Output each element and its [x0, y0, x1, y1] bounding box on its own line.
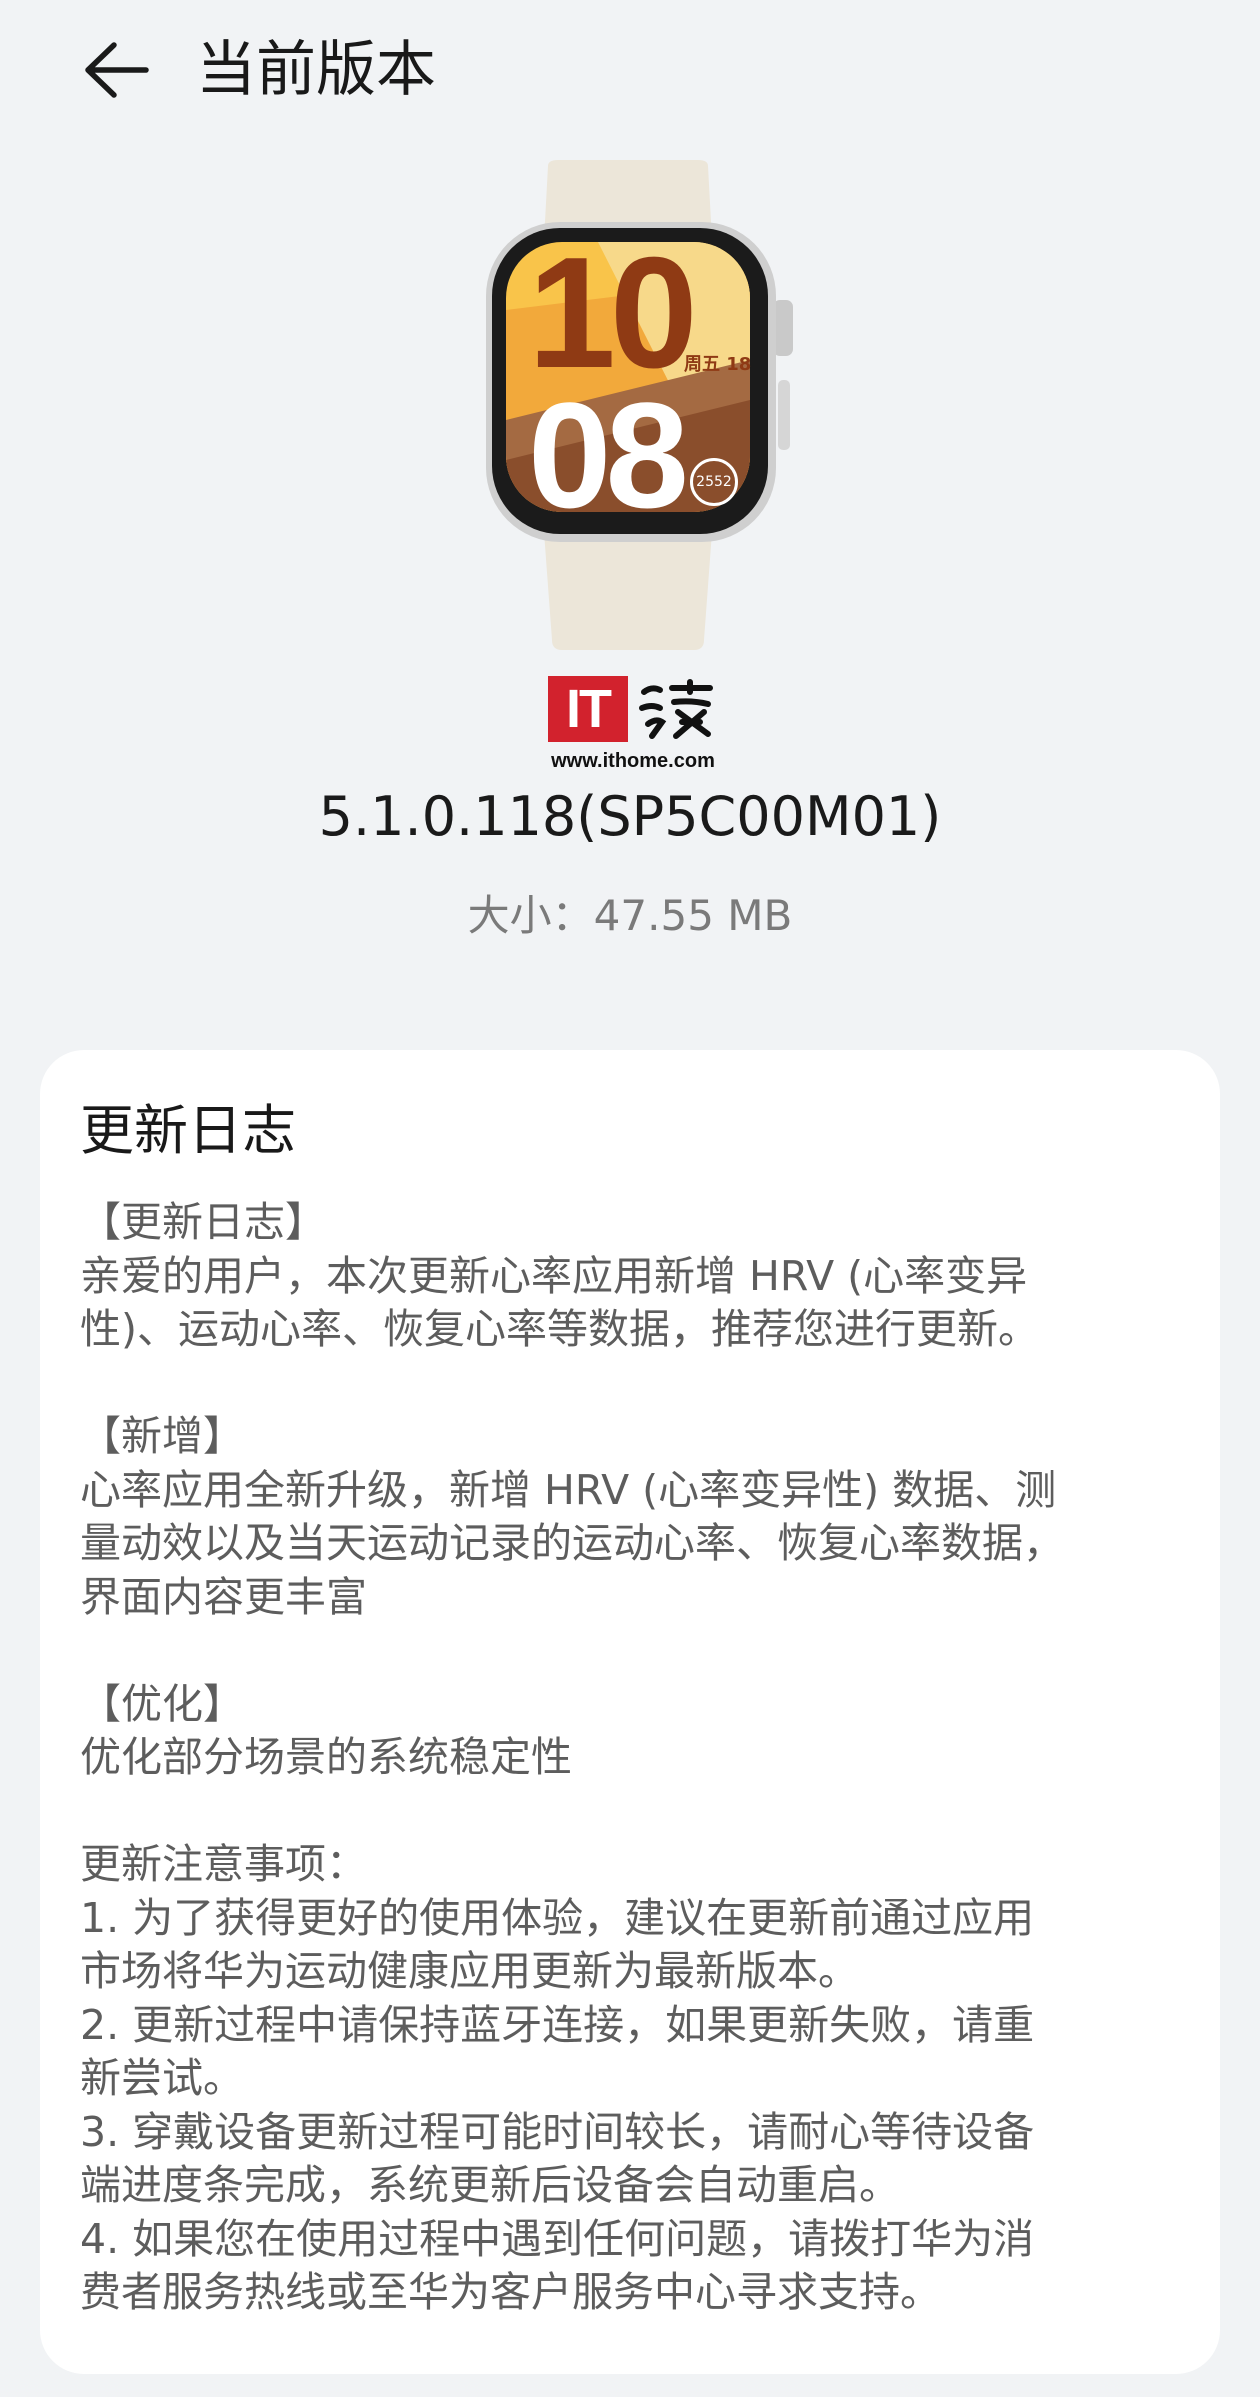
- changelog-line: 1. 为了获得更好的使用体验，建议在更新前通过应用: [80, 1893, 1035, 1942]
- logo-mark: IT: [548, 676, 628, 742]
- changelog-line: 【新增】: [80, 1412, 244, 1460]
- changelog-line: 端进度条完成，系统更新后设备会自动重启。: [80, 2161, 900, 2209]
- logo-house-icon: [639, 679, 713, 739]
- changelog-line: 量动效以及当天运动记录的运动心率、恢复心率数据，: [80, 1519, 1064, 1567]
- changelog-line: 亲爱的用户，本次更新心率应用新增 HRV (心率变异: [80, 1251, 1028, 1300]
- changelog-title: 更新日志: [80, 1099, 296, 1162]
- changelog-line: [80, 1785, 1190, 1839]
- changelog-line: 市场将华为运动健康应用更新为最新版本。: [80, 1947, 859, 1995]
- changelog-line: 性)、运动心率、恢复心率等数据，推荐您进行更新。: [80, 1305, 1039, 1353]
- version-number: 5.1.0.118(SP5C00M01): [318, 785, 942, 848]
- changelog-line: [80, 1624, 1190, 1678]
- changelog-body: 【更新日志】 亲爱的用户，本次更新心率应用新增 HRV (心率变异 性)、运动心…: [80, 1196, 1190, 2320]
- changelog-line: 3. 穿戴设备更新过程可能时间较长，请耐心等待设备: [80, 2107, 1035, 2156]
- arrow-left-icon: [85, 42, 149, 98]
- logo-url: www.ithome.com: [551, 750, 715, 772]
- changelog-line: 【更新日志】: [80, 1198, 326, 1246]
- package-size: 大小：47.55 MB: [467, 891, 793, 940]
- watch-steps: 2552: [690, 458, 738, 506]
- changelog-line: 界面内容更丰富: [80, 1572, 367, 1621]
- watch-date: 周五 18: [684, 354, 752, 375]
- back-button[interactable]: [70, 30, 160, 110]
- changelog-line: 【优化】: [80, 1679, 244, 1728]
- page-title: 当前版本: [196, 35, 436, 105]
- changelog-line: 心率应用全新升级，新增 HRV (心率变异性) 数据、测: [80, 1465, 1057, 1514]
- changelog-line: 优化部分场景的系统稳定性: [80, 1733, 572, 1781]
- changelog-line: 4. 如果您在使用过程中遇到任何问题，请拨打华为消: [80, 2214, 1035, 2263]
- changelog-line: 费者服务热线或至华为客户服务中心寻求支持。: [80, 2268, 941, 2316]
- changelog-line: 2. 更新过程中请保持蓝牙连接，如果更新失败，请重: [80, 2000, 1035, 2049]
- changelog-line: [80, 1357, 1190, 1411]
- ithome-logo: IT www.ithome.com: [548, 676, 718, 776]
- watch-minute: 08: [528, 371, 689, 539]
- title-bar: 当前版本: [0, 0, 1260, 140]
- device-image-area: 10 08 周五 18 2552: [0, 150, 1260, 660]
- changelog-card: 更新日志 【更新日志】 亲爱的用户，本次更新心率应用新增 HRV (心率变异 性…: [40, 1050, 1220, 2374]
- changelog-line: 更新注意事项：: [80, 1840, 367, 1888]
- changelog-line: 新尝试。: [80, 2054, 244, 2102]
